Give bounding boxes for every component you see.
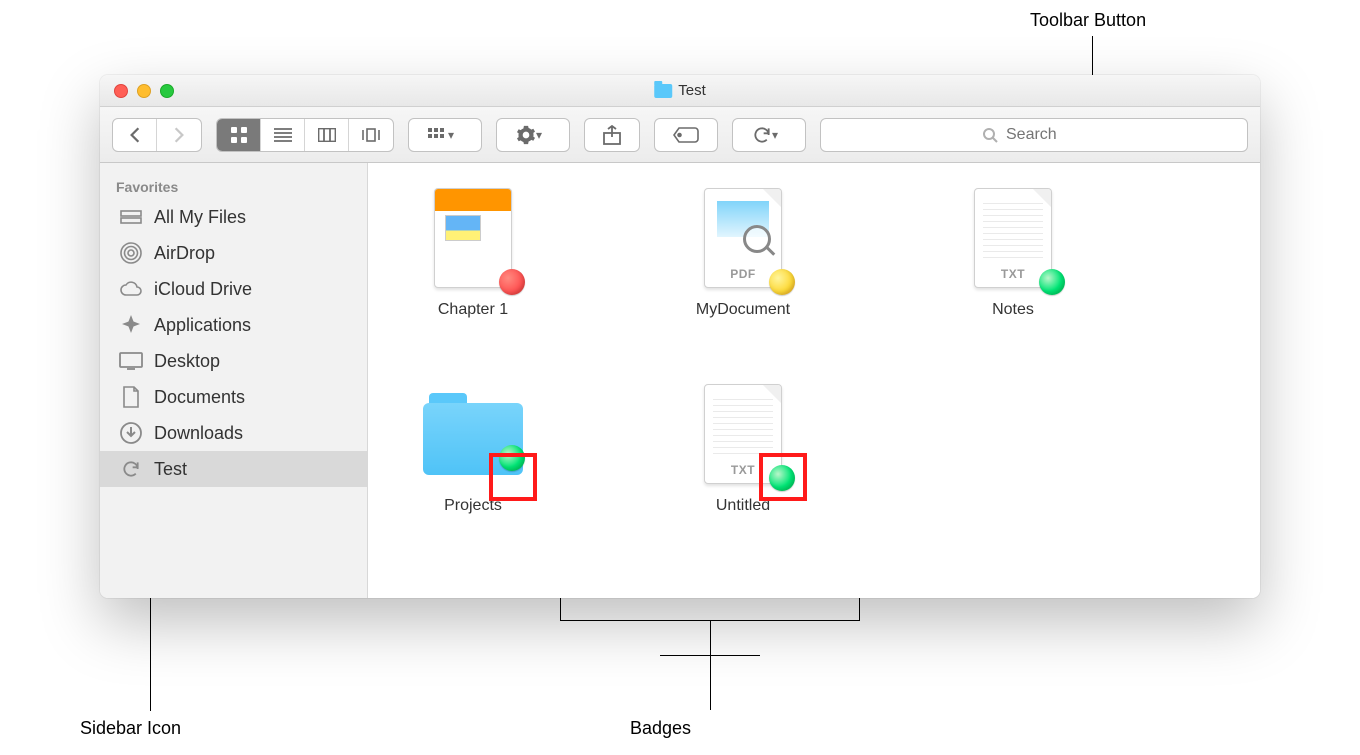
maximize-button[interactable] bbox=[160, 84, 174, 98]
file-item[interactable]: Projects bbox=[398, 379, 548, 515]
file-item[interactable]: TXT Notes bbox=[938, 183, 1088, 319]
file-icon: PDF bbox=[693, 183, 793, 293]
folder-icon bbox=[654, 84, 672, 98]
badge-icon bbox=[499, 445, 525, 471]
forward-button[interactable] bbox=[157, 119, 201, 151]
window-body: Favorites All My Files AirDrop iCloud Dr… bbox=[100, 163, 1260, 598]
sidebar-item-label: Desktop bbox=[154, 351, 220, 372]
action-button[interactable]: ▾ bbox=[496, 118, 570, 152]
callout-toolbar-button: Toolbar Button bbox=[1030, 10, 1146, 31]
callout-line bbox=[150, 596, 151, 711]
sidebar-item-label: Documents bbox=[154, 387, 245, 408]
minimize-button[interactable] bbox=[137, 84, 151, 98]
icon-view-button[interactable] bbox=[217, 119, 261, 151]
sidebar-item-test[interactable]: Test bbox=[100, 451, 367, 487]
desktop-icon bbox=[118, 350, 144, 372]
traffic-lights bbox=[100, 84, 174, 98]
window-title: Test bbox=[654, 82, 706, 99]
view-mode-buttons bbox=[216, 118, 394, 152]
sidebar-item-applications[interactable]: Applications bbox=[100, 307, 367, 343]
sidebar-item-label: iCloud Drive bbox=[154, 279, 252, 300]
sync-icon bbox=[118, 458, 144, 480]
tag-button[interactable] bbox=[654, 118, 718, 152]
column-view-button[interactable] bbox=[305, 119, 349, 151]
sidebar-item-label: All My Files bbox=[154, 207, 246, 228]
file-icon bbox=[423, 379, 523, 489]
sidebar-item-desktop[interactable]: Desktop bbox=[100, 343, 367, 379]
sidebar-item-label: Test bbox=[154, 459, 187, 480]
callout-line bbox=[710, 620, 711, 656]
file-icon: TXT bbox=[963, 183, 1063, 293]
badge-icon bbox=[769, 465, 795, 491]
chevron-down-icon: ▾ bbox=[536, 128, 550, 142]
file-item[interactable]: TXT Untitled bbox=[668, 379, 818, 515]
arrange-button[interactable]: ▾ bbox=[408, 118, 482, 152]
downloads-icon bbox=[118, 422, 144, 444]
badge-icon bbox=[769, 269, 795, 295]
list-view-button[interactable] bbox=[261, 119, 305, 151]
sidebar-item-all-my-files[interactable]: All My Files bbox=[100, 199, 367, 235]
file-grid: Chapter 1 PDF MyDocument TXT bbox=[368, 163, 1260, 598]
search-input[interactable] bbox=[1006, 126, 1086, 144]
callout-sidebar-icon: Sidebar Icon bbox=[80, 718, 181, 739]
sidebar-item-airdrop[interactable]: AirDrop bbox=[100, 235, 367, 271]
file-ext: TXT bbox=[1001, 267, 1025, 287]
file-label: Notes bbox=[992, 301, 1034, 319]
file-icon bbox=[423, 183, 523, 293]
sidebar-item-documents[interactable]: Documents bbox=[100, 379, 367, 415]
file-label: Untitled bbox=[716, 497, 770, 515]
callout-badges: Badges bbox=[630, 718, 691, 739]
sidebar: Favorites All My Files AirDrop iCloud Dr… bbox=[100, 163, 368, 598]
file-label: MyDocument bbox=[696, 301, 790, 319]
file-label: Chapter 1 bbox=[438, 301, 508, 319]
search-field[interactable] bbox=[820, 118, 1248, 152]
chevron-down-icon: ▾ bbox=[448, 128, 462, 142]
chevron-down-icon: ▾ bbox=[772, 128, 786, 142]
file-ext: PDF bbox=[730, 267, 756, 287]
toolbar: ▾ ▾ ▾ bbox=[100, 107, 1260, 163]
share-button[interactable] bbox=[584, 118, 640, 152]
file-item[interactable]: Chapter 1 bbox=[398, 183, 548, 319]
close-button[interactable] bbox=[114, 84, 128, 98]
nav-buttons bbox=[112, 118, 202, 152]
file-icon: TXT bbox=[693, 379, 793, 489]
sidebar-item-label: AirDrop bbox=[154, 243, 215, 264]
search-icon bbox=[982, 127, 998, 143]
back-button[interactable] bbox=[113, 119, 157, 151]
sync-toolbar-button[interactable]: ▾ bbox=[732, 118, 806, 152]
applications-icon bbox=[118, 314, 144, 336]
callout-line bbox=[710, 655, 711, 710]
sidebar-item-label: Applications bbox=[154, 315, 251, 336]
file-item[interactable]: PDF MyDocument bbox=[668, 183, 818, 319]
coverflow-view-button[interactable] bbox=[349, 119, 393, 151]
badge-icon bbox=[499, 269, 525, 295]
file-label: Projects bbox=[444, 497, 502, 515]
all-my-files-icon bbox=[118, 206, 144, 228]
finder-window: Test ▾ bbox=[100, 75, 1260, 598]
titlebar: Test bbox=[100, 75, 1260, 107]
file-ext: TXT bbox=[731, 463, 755, 483]
sidebar-item-downloads[interactable]: Downloads bbox=[100, 415, 367, 451]
sidebar-item-label: Downloads bbox=[154, 423, 243, 444]
sidebar-heading: Favorites bbox=[100, 173, 367, 199]
sidebar-item-icloud-drive[interactable]: iCloud Drive bbox=[100, 271, 367, 307]
airdrop-icon bbox=[118, 242, 144, 264]
icloud-drive-icon bbox=[118, 278, 144, 300]
window-title-text: Test bbox=[678, 82, 706, 99]
documents-icon bbox=[118, 386, 144, 408]
badge-icon bbox=[1039, 269, 1065, 295]
